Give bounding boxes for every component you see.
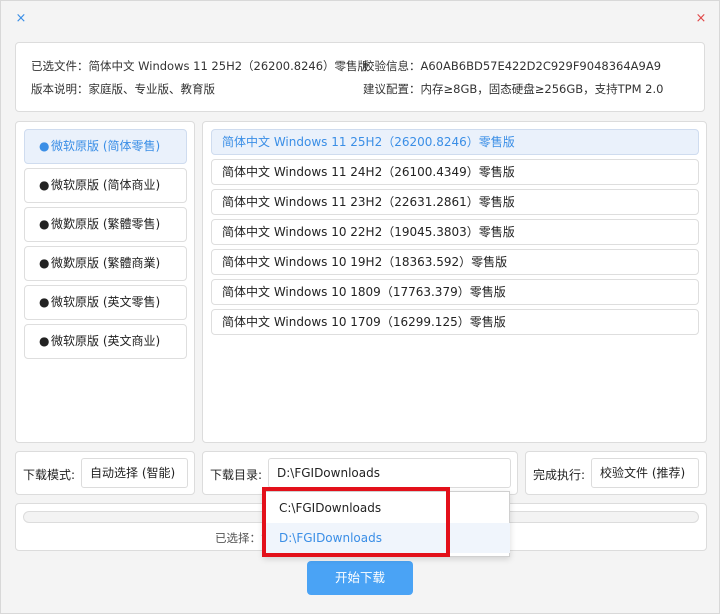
bullet-icon: ● — [39, 178, 50, 192]
bullet-icon: ● — [39, 139, 50, 153]
checksum-label: 校验信息： — [363, 59, 421, 73]
sidebar-item-simplified-business[interactable]: ● 微软原版 (简体商业) — [24, 168, 187, 203]
sidebar-item-english-business[interactable]: ● 微软原版 (英文商业) — [24, 324, 187, 359]
download-mode-label: 下载模式: — [23, 468, 76, 482]
download-mode-panel: 下载模式: 自动选择 (智能) — [15, 451, 195, 495]
download-dir-select[interactable]: D:\FGIDownloads — [268, 458, 511, 488]
sidebar-item-label: 微歎原版 (繁體商業) — [51, 256, 161, 270]
download-mode-select[interactable]: 自动选择 (智能) — [81, 458, 188, 488]
bullet-icon: ● — [39, 217, 50, 231]
sidebar-item-traditional-retail[interactable]: ● 微歎原版 (繁體零售) — [24, 207, 187, 242]
sidebar-item-label: 微软原版 (英文零售) — [51, 295, 161, 309]
version-list-panel: 简体中文 Windows 11 25H2（26200.8246）零售版 简体中文… — [202, 121, 707, 443]
sidebar-item-english-retail[interactable]: ● 微软原版 (英文零售) — [24, 285, 187, 320]
bullet-icon: ● — [39, 256, 50, 270]
version-item[interactable]: 简体中文 Windows 11 23H2（22631.2861）零售版 — [211, 189, 699, 215]
sidebar-item-simplified-retail[interactable]: ● 微软原版 (简体零售) — [24, 129, 187, 164]
bullet-icon: ● — [39, 295, 50, 309]
finish-action-select[interactable]: 校验文件 (推荐) — [591, 458, 699, 488]
download-dir-dropdown: C:\FGIDownloads D:\FGIDownloads — [263, 491, 510, 557]
edition-label: 版本说明： — [31, 82, 89, 96]
bullet-icon: ● — [39, 334, 50, 348]
category-sidebar: ● 微软原版 (简体零售) ● 微软原版 (简体商业) ● 微歎原版 (繁體零售) ●… — [15, 121, 195, 443]
sidebar-item-label: 微软原版 (简体零售) — [51, 139, 161, 153]
app-window: × × 已选文件：简体中文 Windows 11 25H2（26200.8246… — [0, 0, 720, 614]
download-dir-panel: 下载目录: D:\FGIDownloads — [202, 451, 518, 495]
config-label: 建议配置： — [363, 82, 421, 96]
dropdown-option[interactable]: D:\FGIDownloads — [265, 523, 510, 553]
dropdown-option[interactable]: C:\FGIDownloads — [265, 493, 510, 523]
config-row: 建议配置：内存≥8GB，固态硬盘≥256GB，支持TPM 2.0 — [363, 81, 663, 97]
download-dir-label: 下载目录: — [210, 468, 263, 482]
version-item[interactable]: 简体中文 Windows 10 1709（16299.125）零售版 — [211, 309, 699, 335]
selected-file-value: 简体中文 Windows 11 25H2（26200.8246）零售版 — [88, 59, 370, 73]
finish-action-label: 完成执行: — [533, 468, 586, 482]
sidebar-item-label: 微软原版 (英文商业) — [51, 334, 161, 348]
version-item[interactable]: 简体中文 Windows 10 19H2（18363.592）零售版 — [211, 249, 699, 275]
sidebar-item-label: 微歎原版 (繁體零售) — [51, 217, 161, 231]
sidebar-item-label: 微软原版 (简体商业) — [51, 178, 161, 192]
version-item[interactable]: 简体中文 Windows 11 25H2（26200.8246）零售版 — [211, 129, 699, 155]
selected-file-label: 已选文件： — [31, 59, 89, 73]
edition-row: 版本说明：家庭版、专业版、教育版 — [31, 81, 215, 97]
checksum-row: 校验信息：A60AB6BD57E422D2C929F9048364A9A9 — [363, 58, 661, 74]
checksum-value: A60AB6BD57E422D2C929F9048364A9A9 — [420, 59, 662, 73]
file-info-panel: 已选文件：简体中文 Windows 11 25H2（26200.8246）零售版… — [15, 42, 705, 112]
selected-file-row: 已选文件：简体中文 Windows 11 25H2（26200.8246）零售版 — [31, 58, 369, 74]
version-item[interactable]: 简体中文 Windows 10 1809（17763.379）零售版 — [211, 279, 699, 305]
close-icon[interactable]: × — [693, 11, 709, 27]
sidebar-item-traditional-business[interactable]: ● 微歎原版 (繁體商業) — [24, 246, 187, 281]
close-icon[interactable]: × — [13, 11, 29, 27]
finish-action-panel: 完成执行: 校验文件 (推荐) — [525, 451, 707, 495]
config-value: 内存≥8GB，固态硬盘≥256GB，支持TPM 2.0 — [420, 82, 664, 96]
version-item[interactable]: 简体中文 Windows 10 22H2（19045.3803）零售版 — [211, 219, 699, 245]
version-item[interactable]: 简体中文 Windows 11 24H2（26100.4349）零售版 — [211, 159, 699, 185]
edition-value: 家庭版、专业版、教育版 — [88, 82, 216, 96]
start-download-button[interactable]: 开始下载 — [307, 561, 413, 595]
